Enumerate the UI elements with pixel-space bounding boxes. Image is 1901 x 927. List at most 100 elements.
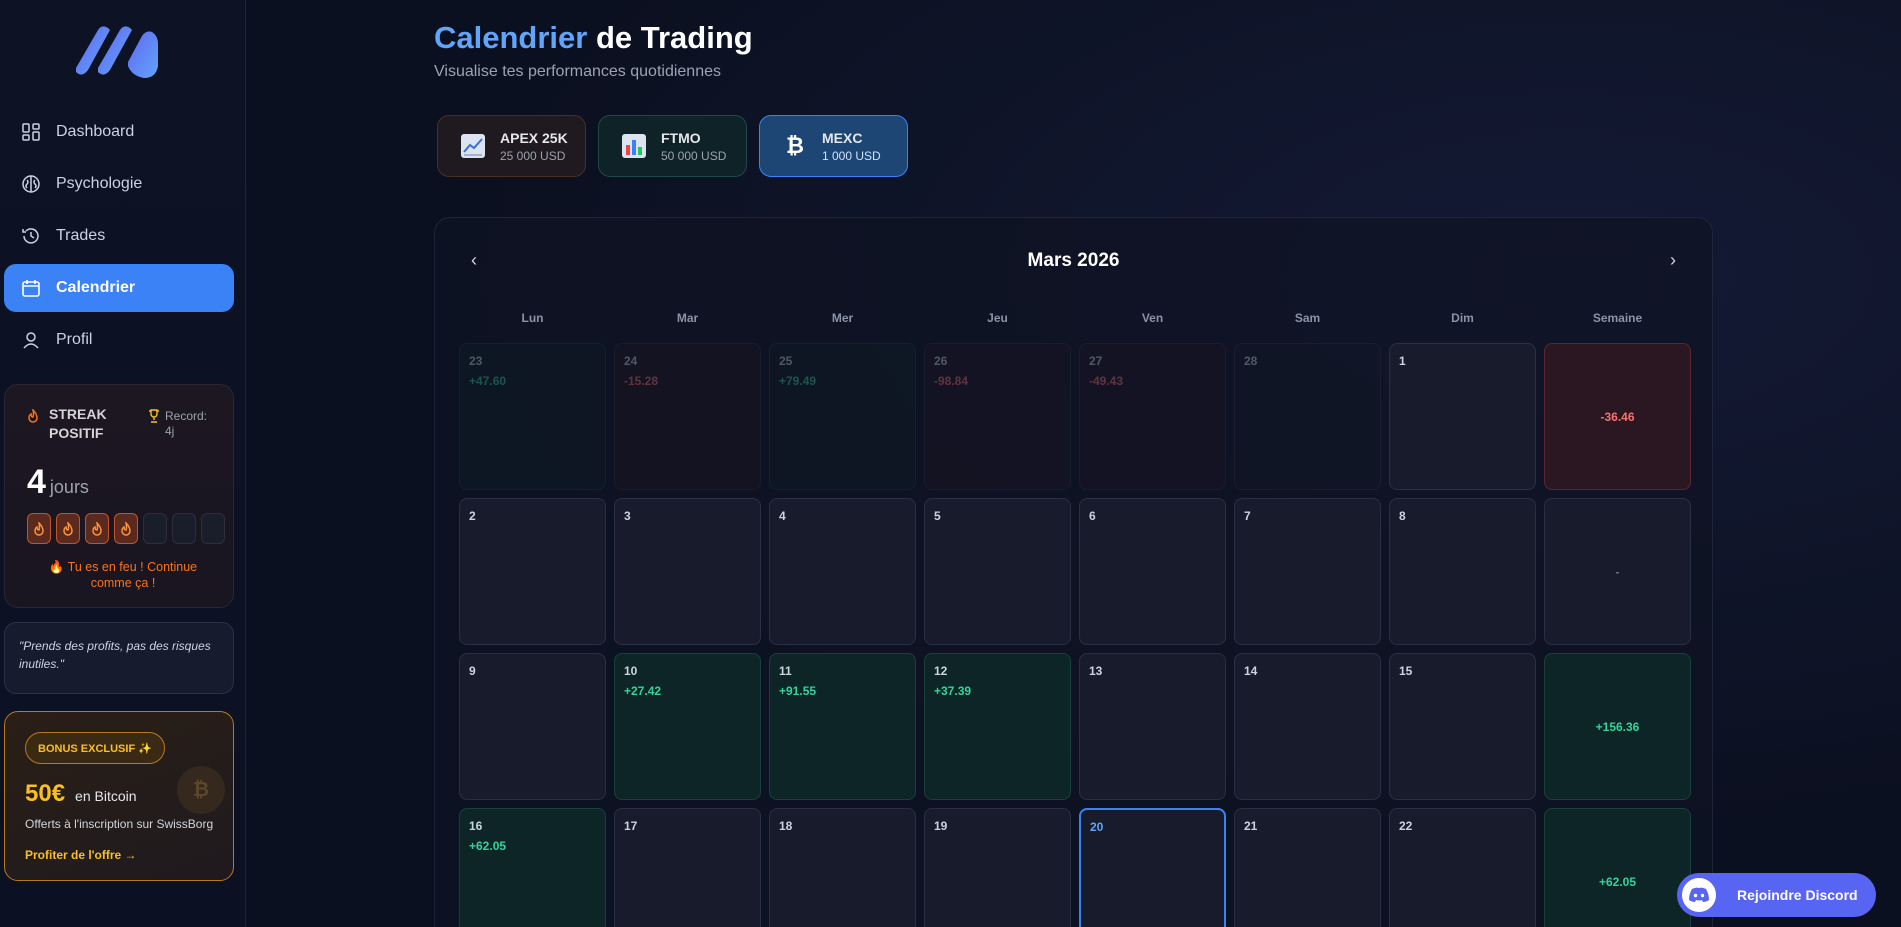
calendar-day[interactable]: 6 [1079,498,1226,645]
account-info: APEX 25K 25 000 USD [500,130,568,163]
day-pnl: -15.28 [624,374,659,388]
day-number: 24 [624,354,638,368]
calendar-day[interactable]: 17 [614,808,761,927]
nav-item-calendrier[interactable]: Calendrier [4,264,234,312]
account-selector: APEX 25K 25 000 USD FTMO 50 000 USD ₿ ME… [437,115,908,177]
calendar-day[interactable]: 21 [1234,808,1381,927]
calendar-day[interactable]: 19 [924,808,1071,927]
week-total: +156.36 [1544,653,1691,800]
calendar-day[interactable]: 15 [1389,653,1536,800]
day-pnl: +37.39 [934,684,972,698]
day-number: 26 [934,354,948,368]
streak-day-active [85,513,109,544]
nav-item-label: Dashboard [56,123,135,140]
day-number: 16 [469,819,483,833]
streak-message: 🔥 Tu es en feu ! Continue comme ça ! [48,560,198,590]
account-card-mexc[interactable]: ₿ MEXC 1 000 USD [759,115,908,177]
calendar-day[interactable]: 11 +91.55 [769,653,916,800]
calendar-day[interactable]: 3 [614,498,761,645]
day-pnl: +91.55 [779,684,817,698]
calendar-weekday-header: Lun Mar Mer Jeu Ven Sam Dim Semaine [459,311,1691,325]
day-number: 9 [469,664,476,678]
calendar-day[interactable]: 16 +62.05 [459,808,606,927]
flame-icon [27,407,39,428]
week-total-value: +156.36 [1595,719,1640,734]
day-pnl: +27.42 [624,684,662,698]
calendar-day[interactable]: 25 +79.49 [769,343,916,490]
streak-unit: jours [49,477,89,497]
calendar-day-today[interactable]: 20 [1079,808,1226,927]
day-number: 19 [934,819,948,833]
streak-day-active [27,513,51,544]
streak-count: 4 jours [27,463,89,502]
day-pnl: +79.49 [779,374,817,388]
weekday-header: Mar [676,311,699,325]
day-number: 2 [469,509,476,523]
calendar-day[interactable]: 12 +37.39 [924,653,1071,800]
flame-icon [92,521,102,536]
day-number: 4 [779,509,786,523]
discord-button[interactable]: Rejoindre Discord [1677,873,1876,917]
page-title: Calendrier de Trading [434,20,753,56]
account-balance: 50 000 USD [661,148,727,163]
day-number: 27 [1089,354,1103,368]
dashboard-icon [20,121,42,143]
bonus-card: BONUS EXCLUSIF ✨ ₿ 50€ en Bitcoin Offert… [4,711,234,881]
account-card-apex[interactable]: APEX 25K 25 000 USD [437,115,586,177]
week-total: - [1544,498,1691,645]
nav-item-trades[interactable]: Trades [4,212,234,260]
day-number: 10 [624,664,638,678]
bonus-offer-link[interactable]: Profiter de l'offre → [25,848,137,862]
calendar-day[interactable]: 5 [924,498,1071,645]
quote-text: "Prends des profits, pas des risques inu… [19,639,211,671]
nav-item-profil[interactable]: Profil [4,316,234,364]
week-total-value: +62.05 [1598,874,1637,889]
bar-chart-icon [621,133,647,159]
account-name: APEX 25K [500,129,568,146]
calendar-day[interactable]: 23 +47.60 [459,343,606,490]
calendar-day[interactable]: 24 -15.28 [614,343,761,490]
calendar-day[interactable]: 26 -98.84 [924,343,1071,490]
nav-item-psychologie[interactable]: Psychologie [4,160,234,208]
flame-icon [63,521,73,536]
day-pnl: -98.84 [934,374,969,388]
calendar-day[interactable]: 2 [459,498,606,645]
streak-number: 4 [27,463,46,501]
calendar-day[interactable]: 9 [459,653,606,800]
calendar-day[interactable]: 14 [1234,653,1381,800]
logo-icon[interactable] [72,22,164,80]
day-number: 7 [1244,509,1251,523]
next-month-button[interactable]: › [1670,250,1676,271]
bonus-value: 50€ [25,780,66,807]
weekday-header: Jeu [987,311,1008,325]
calendar-day[interactable]: 22 [1389,808,1536,927]
calendar-day[interactable]: 10 +27.42 [614,653,761,800]
calendar-day[interactable]: 7 [1234,498,1381,645]
day-number: 5 [934,509,941,523]
day-number: 22 [1399,819,1413,833]
calendar-day[interactable]: 18 [769,808,916,927]
account-info: MEXC 1 000 USD [822,130,881,163]
account-balance: 1 000 USD [822,148,881,163]
calendar-day[interactable]: 4 [769,498,916,645]
calendar-day[interactable]: 13 [1079,653,1226,800]
calendar-day[interactable]: 28 [1234,343,1381,490]
account-name: FTMO [661,129,701,146]
day-number: 3 [624,509,631,523]
main-nav: Dashboard Psychologie Trades Calendrier … [4,108,234,368]
nav-item-dashboard[interactable]: Dashboard [4,108,234,156]
weekday-header: Dim [1451,311,1474,325]
streak-header: STREAK POSITIF [27,405,129,443]
calendar-day[interactable]: 27 -49.43 [1079,343,1226,490]
day-number: 21 [1244,819,1258,833]
day-number: 6 [1089,509,1096,523]
week-total-value: -36.46 [1600,409,1635,424]
account-card-ftmo[interactable]: FTMO 50 000 USD [598,115,747,177]
flame-icon [34,521,44,536]
bonus-currency: en Bitcoin [75,788,137,804]
day-number: 28 [1244,354,1258,368]
day-pnl: +47.60 [469,374,507,388]
calendar-day[interactable]: 8 [1389,498,1536,645]
calendar-day[interactable]: 1 [1389,343,1536,490]
page-title-rest: de Trading [587,20,753,55]
